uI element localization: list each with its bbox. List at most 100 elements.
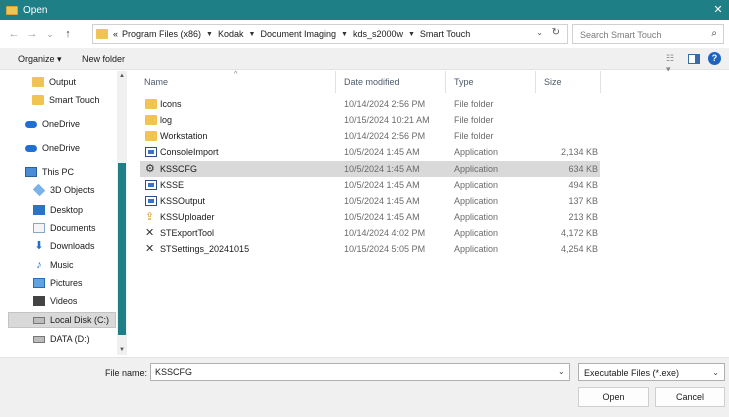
- file-row[interactable]: KSSOutput 10/5/2024 1:45 AM Application …: [140, 193, 600, 209]
- sidebar-item-pictures[interactable]: Pictures: [33, 275, 83, 291]
- file-row[interactable]: ⇪ KSSUploader 10/5/2024 1:45 AM Applicat…: [140, 209, 600, 225]
- scroll-up-icon[interactable]: ▲: [117, 73, 127, 79]
- sidebar-item-this-pc[interactable]: This PC: [25, 164, 74, 180]
- sidebar-item-label: Videos: [50, 296, 78, 306]
- folder-icon: [145, 99, 157, 109]
- sidebar-item-music[interactable]: ♪ Music: [33, 257, 73, 273]
- sidebar-item-local-disk-c[interactable]: Local Disk (C:): [8, 312, 116, 328]
- column-header-date-modified[interactable]: Date modified: [344, 77, 400, 87]
- search-icon[interactable]: ⌕: [711, 28, 717, 39]
- cancel-button[interactable]: Cancel: [655, 387, 725, 407]
- refresh-icon[interactable]: ↻: [552, 27, 560, 38]
- videos-icon: [33, 296, 45, 306]
- title-bar: Open ✕: [0, 0, 729, 20]
- close-icon[interactable]: ✕: [711, 3, 725, 17]
- chevron-down-icon[interactable]: ⌄: [558, 367, 565, 376]
- view-options-icon[interactable]: ☷ ▾: [666, 53, 680, 74]
- back-arrow-icon[interactable]: ←: [6, 26, 22, 42]
- folder-icon: [32, 95, 44, 105]
- breadcrumb-item[interactable]: Program Files (x86): [122, 29, 201, 39]
- recent-locations-icon[interactable]: ⌄: [42, 26, 58, 42]
- breadcrumb-item[interactable]: Kodak: [218, 29, 244, 39]
- new-folder-button[interactable]: New folder: [82, 54, 125, 64]
- sidebar-item-onedrive[interactable]: OneDrive: [25, 140, 80, 156]
- address-bar[interactable]: « Program Files (x86) ▼ Kodak ▼ Document…: [92, 24, 568, 44]
- file-name-input[interactable]: [150, 363, 570, 381]
- file-type: Application: [454, 228, 499, 238]
- sidebar-scrollbar[interactable]: ▲ ▼: [117, 71, 127, 355]
- file-size: 137 KB: [568, 196, 598, 206]
- breadcrumb-item[interactable]: kds_s2000w: [353, 29, 403, 39]
- file-date: 10/14/2024 2:56 PM: [344, 131, 426, 141]
- search-input[interactable]: Search Smart Touch ⌕: [572, 24, 724, 44]
- file-name: KSSE: [160, 180, 185, 190]
- chevron-down-icon[interactable]: ▼: [408, 31, 415, 38]
- pictures-icon: [33, 278, 45, 288]
- column-divider[interactable]: [600, 71, 601, 93]
- sidebar-item-downloads[interactable]: ⬇ Downloads: [33, 238, 94, 254]
- file-row[interactable]: KSSE 10/5/2024 1:45 AM Application 494 K…: [140, 177, 600, 193]
- forward-arrow-icon[interactable]: →: [24, 26, 40, 42]
- sidebar-item-data-d[interactable]: DATA (D:): [33, 331, 90, 347]
- help-icon[interactable]: ?: [708, 52, 721, 65]
- sidebar-item-documents[interactable]: Documents: [33, 220, 96, 236]
- file-size: 4,254 KB: [560, 244, 598, 254]
- sidebar-item-videos[interactable]: Videos: [33, 293, 77, 309]
- file-row[interactable]: log 10/15/2024 10:21 AM File folder: [140, 112, 600, 128]
- column-header-type[interactable]: Type: [454, 77, 474, 87]
- drive-icon: [33, 335, 45, 343]
- address-dropdown-icon[interactable]: ⌄: [536, 28, 543, 37]
- file-row-selected[interactable]: ⚙ KSSCFG 10/5/2024 1:45 AM Application 6…: [140, 161, 600, 177]
- chevron-down-icon[interactable]: ⌄: [712, 368, 719, 377]
- chevron-down-icon[interactable]: ▼: [206, 31, 213, 38]
- file-type-filter-value: Executable Files (*.exe): [584, 368, 680, 378]
- preview-pane-icon[interactable]: [688, 53, 700, 64]
- cloud-icon: [25, 120, 37, 128]
- sidebar-item-desktop[interactable]: Desktop: [33, 202, 83, 218]
- sidebar-item-label: This PC: [42, 167, 75, 177]
- breadcrumb-item[interactable]: Document Imaging: [260, 29, 336, 39]
- sidebar-item-label: DATA (D:): [50, 334, 90, 344]
- open-button[interactable]: Open: [578, 387, 649, 407]
- organize-button[interactable]: Organize ▾: [18, 54, 62, 65]
- file-row[interactable]: Workstation 10/14/2024 2:56 PM File fold…: [140, 128, 600, 144]
- file-row[interactable]: Icons 10/14/2024 2:56 PM File folder: [140, 96, 600, 112]
- file-type-filter-select[interactable]: Executable Files (*.exe) ⌄: [578, 363, 725, 381]
- column-divider[interactable]: [535, 71, 536, 93]
- column-header-name[interactable]: Name: [144, 77, 168, 87]
- sidebar-item-output[interactable]: Output: [32, 74, 76, 90]
- sidebar-item-label: Desktop: [50, 205, 84, 215]
- file-type: Application: [454, 212, 499, 222]
- file-name: ConsoleImport: [160, 147, 219, 157]
- sidebar-item-3d-objects[interactable]: 3D Objects: [32, 182, 95, 198]
- file-type: Application: [454, 196, 499, 206]
- file-name: STExportTool: [160, 228, 215, 238]
- sidebar-item-label: Smart Touch: [49, 95, 100, 105]
- sidebar-item-label: 3D Objects: [50, 185, 95, 195]
- upload-icon: ⇪: [145, 211, 155, 223]
- file-date: 10/5/2024 1:45 AM: [344, 180, 420, 190]
- file-name: KSSOutput: [160, 196, 206, 206]
- file-size: 634 KB: [568, 164, 598, 174]
- sidebar-item-onedrive[interactable]: OneDrive: [25, 116, 80, 132]
- chevron-down-icon[interactable]: ▼: [249, 31, 256, 38]
- up-arrow-icon[interactable]: ↑: [60, 26, 76, 42]
- column-divider[interactable]: [335, 71, 336, 93]
- computer-icon: [25, 167, 37, 177]
- column-header-size[interactable]: Size: [544, 77, 562, 87]
- scroll-down-icon[interactable]: ▼: [117, 347, 127, 353]
- scrollbar-thumb[interactable]: [118, 163, 126, 335]
- sidebar-item-smart-touch[interactable]: Smart Touch: [32, 92, 99, 108]
- column-divider[interactable]: [445, 71, 446, 93]
- file-date: 10/5/2024 1:45 AM: [344, 147, 420, 157]
- file-row[interactable]: ✕ STExportTool 10/14/2024 4:02 PM Applic…: [140, 225, 600, 241]
- tools-icon: ✕: [145, 243, 155, 255]
- file-row[interactable]: ✕ STSettings_20241015 10/15/2024 5:05 PM…: [140, 241, 600, 257]
- file-name: Workstation: [160, 131, 208, 141]
- breadcrumb-overflow[interactable]: «: [113, 29, 118, 39]
- breadcrumb-item[interactable]: Smart Touch: [420, 29, 470, 39]
- file-row[interactable]: ConsoleImport 10/5/2024 1:45 AM Applicat…: [140, 144, 600, 160]
- chevron-down-icon[interactable]: ▼: [341, 31, 348, 38]
- file-type: Application: [454, 147, 499, 157]
- file-type: File folder: [454, 99, 494, 109]
